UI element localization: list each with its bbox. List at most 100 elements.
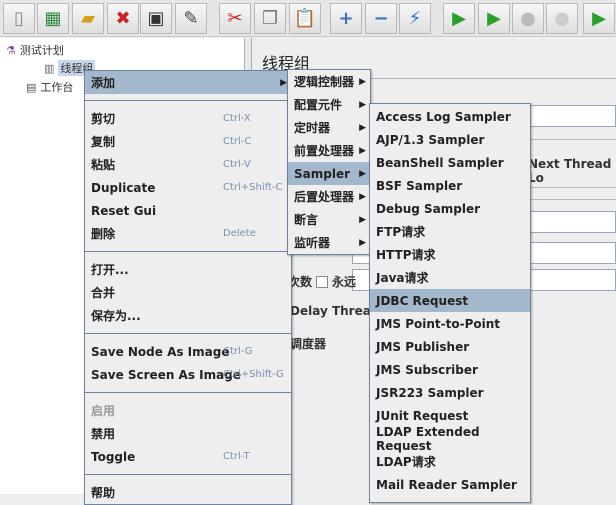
menu-item-label: JMS Publisher — [376, 339, 470, 354]
menu-item[interactable]: 断言 ▶ — [288, 208, 370, 231]
menu-item-label: AJP/1.3 Sampler — [376, 132, 485, 147]
open-button[interactable]: ▰ — [72, 3, 104, 34]
menu-item[interactable]: Access Log Sampler — [370, 105, 530, 128]
menu-item[interactable]: 逻辑控制器 ▶ — [288, 70, 370, 93]
menu-item[interactable]: Duplicate Ctrl+Shift-C — [85, 176, 291, 199]
remote-start-icon: ▶ — [592, 8, 606, 29]
close-button[interactable]: ✖ — [107, 3, 139, 34]
menu-item[interactable]: FTP请求 — [370, 220, 530, 243]
menu-item[interactable]: Save Screen As Image Ctrl+Shift-G — [85, 363, 291, 386]
menu-item-label: Duplicate — [91, 180, 156, 195]
stop-button[interactable]: ● — [512, 3, 544, 34]
menu-item[interactable]: 帮助 — [85, 481, 291, 504]
menu-item[interactable]: Mail Reader Sampler — [370, 473, 530, 496]
collapse-button[interactable]: − — [365, 3, 397, 34]
menu-item[interactable]: JMS Subscriber — [370, 358, 530, 381]
copy-button[interactable]: ❐ — [254, 3, 286, 34]
menu-item[interactable]: HTTP请求 — [370, 243, 530, 266]
menu-item[interactable]: 合并 — [85, 281, 291, 304]
paste-icon: 📋 — [293, 8, 317, 29]
new-icon: ▯ — [14, 8, 24, 29]
menu-item-label: Access Log Sampler — [376, 109, 511, 124]
remote-start-button[interactable]: ▶ — [583, 3, 615, 34]
menu-separator — [85, 392, 291, 393]
submenu-arrow-icon: ▶ — [280, 77, 287, 88]
submenu-arrow-icon: ▶ — [359, 237, 366, 248]
tree-node-test-plan[interactable]: ⚗ 测试计划 — [6, 42, 64, 58]
menu-item-label: 打开... — [91, 263, 129, 277]
save-as-button[interactable]: ✎ — [175, 3, 207, 34]
menu-item-shortcut: Ctrl+Shift-G — [223, 369, 284, 380]
next-thread-loop-label: Next Thread Lo — [528, 157, 612, 185]
menu-item-label: 合并 — [91, 286, 116, 300]
menu-item[interactable]: 定时器 ▶ — [288, 116, 370, 139]
menu-item[interactable]: LDAP请求 — [370, 450, 530, 473]
menu-item[interactable]: 打开... — [85, 258, 291, 281]
cut-button[interactable]: ✂ — [219, 3, 251, 34]
menu-item[interactable]: JMS Point-to-Point — [370, 312, 530, 335]
menu-item-label: HTTP请求 — [376, 248, 436, 262]
menu-item-label: 粘贴 — [91, 158, 116, 172]
menu-item[interactable]: JDBC Request — [370, 289, 530, 312]
submenu-arrow-icon: ▶ — [359, 99, 366, 110]
menu-item[interactable]: 复制 Ctrl-C — [85, 130, 291, 153]
toggle-icon: ⚡ — [408, 8, 422, 29]
menu-item-label: 前置处理器 — [294, 144, 355, 158]
menu-item[interactable]: 删除 Delete — [85, 222, 291, 245]
scheduler-label: 调度器 — [290, 337, 327, 351]
start-button[interactable]: ▶ — [443, 3, 475, 34]
shutdown-button[interactable]: ● — [546, 3, 578, 34]
menu-item[interactable]: 前置处理器 ▶ — [288, 139, 370, 162]
clipboard-icon: ▤ — [26, 80, 37, 94]
menu-item-shortcut: Ctrl-V — [223, 159, 251, 170]
menu-item[interactable]: 禁用 — [85, 422, 291, 445]
menu-item-label: Java请求 — [376, 271, 429, 285]
menu-item[interactable]: 剪切 Ctrl-X — [85, 107, 291, 130]
start-no-pause-button[interactable]: ▶ — [478, 3, 510, 34]
paste-button[interactable]: 📋 — [289, 3, 321, 34]
menu-item[interactable]: 监听器 ▶ — [288, 231, 370, 254]
menu-item-label: 剪切 — [91, 112, 116, 126]
menu-item[interactable]: Debug Sampler — [370, 197, 530, 220]
menu-item[interactable]: BSF Sampler — [370, 174, 530, 197]
forever-checkbox[interactable] — [316, 275, 329, 288]
spool-icon: ▥ — [44, 61, 55, 75]
menu-item-label: 监听器 — [294, 236, 331, 250]
menu-item[interactable]: Sampler ▶ — [288, 162, 370, 185]
menu-item[interactable]: LDAP Extended Request — [370, 425, 530, 453]
menu-item[interactable]: Reset Gui — [85, 199, 291, 222]
menu-item-shortcut: Delete — [223, 228, 256, 239]
menu-item[interactable]: 添加 ▶ — [85, 71, 291, 94]
toggle-button[interactable]: ⚡ — [399, 3, 431, 34]
templates-button[interactable]: ▦ — [37, 3, 69, 34]
save-as-icon: ✎ — [183, 8, 199, 29]
menu-item-label: 启用 — [91, 404, 116, 418]
menu-item[interactable]: JMS Publisher — [370, 335, 530, 358]
submenu-arrow-icon: ▶ — [359, 214, 366, 225]
menu-item[interactable]: Save Node As Image Ctrl-G — [85, 340, 291, 363]
tree-node-workbench[interactable]: ▤ 工作台 — [26, 79, 73, 95]
submenu-arrow-icon: ▶ — [359, 122, 366, 133]
expand-button[interactable]: + — [330, 3, 362, 34]
save-button[interactable]: ▣ — [140, 3, 172, 34]
menu-item[interactable]: 后置处理器 ▶ — [288, 185, 370, 208]
menu-item-label: 断言 — [294, 213, 319, 227]
menu-item-label: Save Node As Image — [91, 344, 230, 359]
menu-item[interactable]: AJP/1.3 Sampler — [370, 128, 530, 151]
new-button[interactable]: ▯ — [3, 3, 35, 34]
menu-item[interactable]: JSR223 Sampler — [370, 381, 530, 404]
menu-item[interactable]: BeanShell Sampler — [370, 151, 530, 174]
menu-item[interactable]: 启用 — [85, 399, 291, 422]
menu-item-label: Sampler — [294, 166, 351, 181]
menu-item[interactable]: 配置元件 ▶ — [288, 93, 370, 116]
menu-item[interactable]: 粘贴 Ctrl-V — [85, 153, 291, 176]
add-submenu: 逻辑控制器 ▶ 配置元件 ▶ 定时器 ▶ 前置处理器 ▶ Sampler ▶ 后置处理器 ▶ 断言 ▶ 监听… — [287, 69, 371, 255]
menu-item[interactable]: Java请求 — [370, 266, 530, 289]
collapse-icon: − — [373, 8, 389, 29]
cut-icon: ✂ — [227, 8, 243, 29]
menu-item[interactable]: 保存为... — [85, 304, 291, 327]
menu-item-label: 禁用 — [91, 427, 116, 441]
expand-icon: + — [338, 8, 354, 29]
menu-item[interactable]: Toggle Ctrl-T — [85, 445, 291, 468]
menu-item-label: 后置处理器 — [294, 190, 355, 204]
